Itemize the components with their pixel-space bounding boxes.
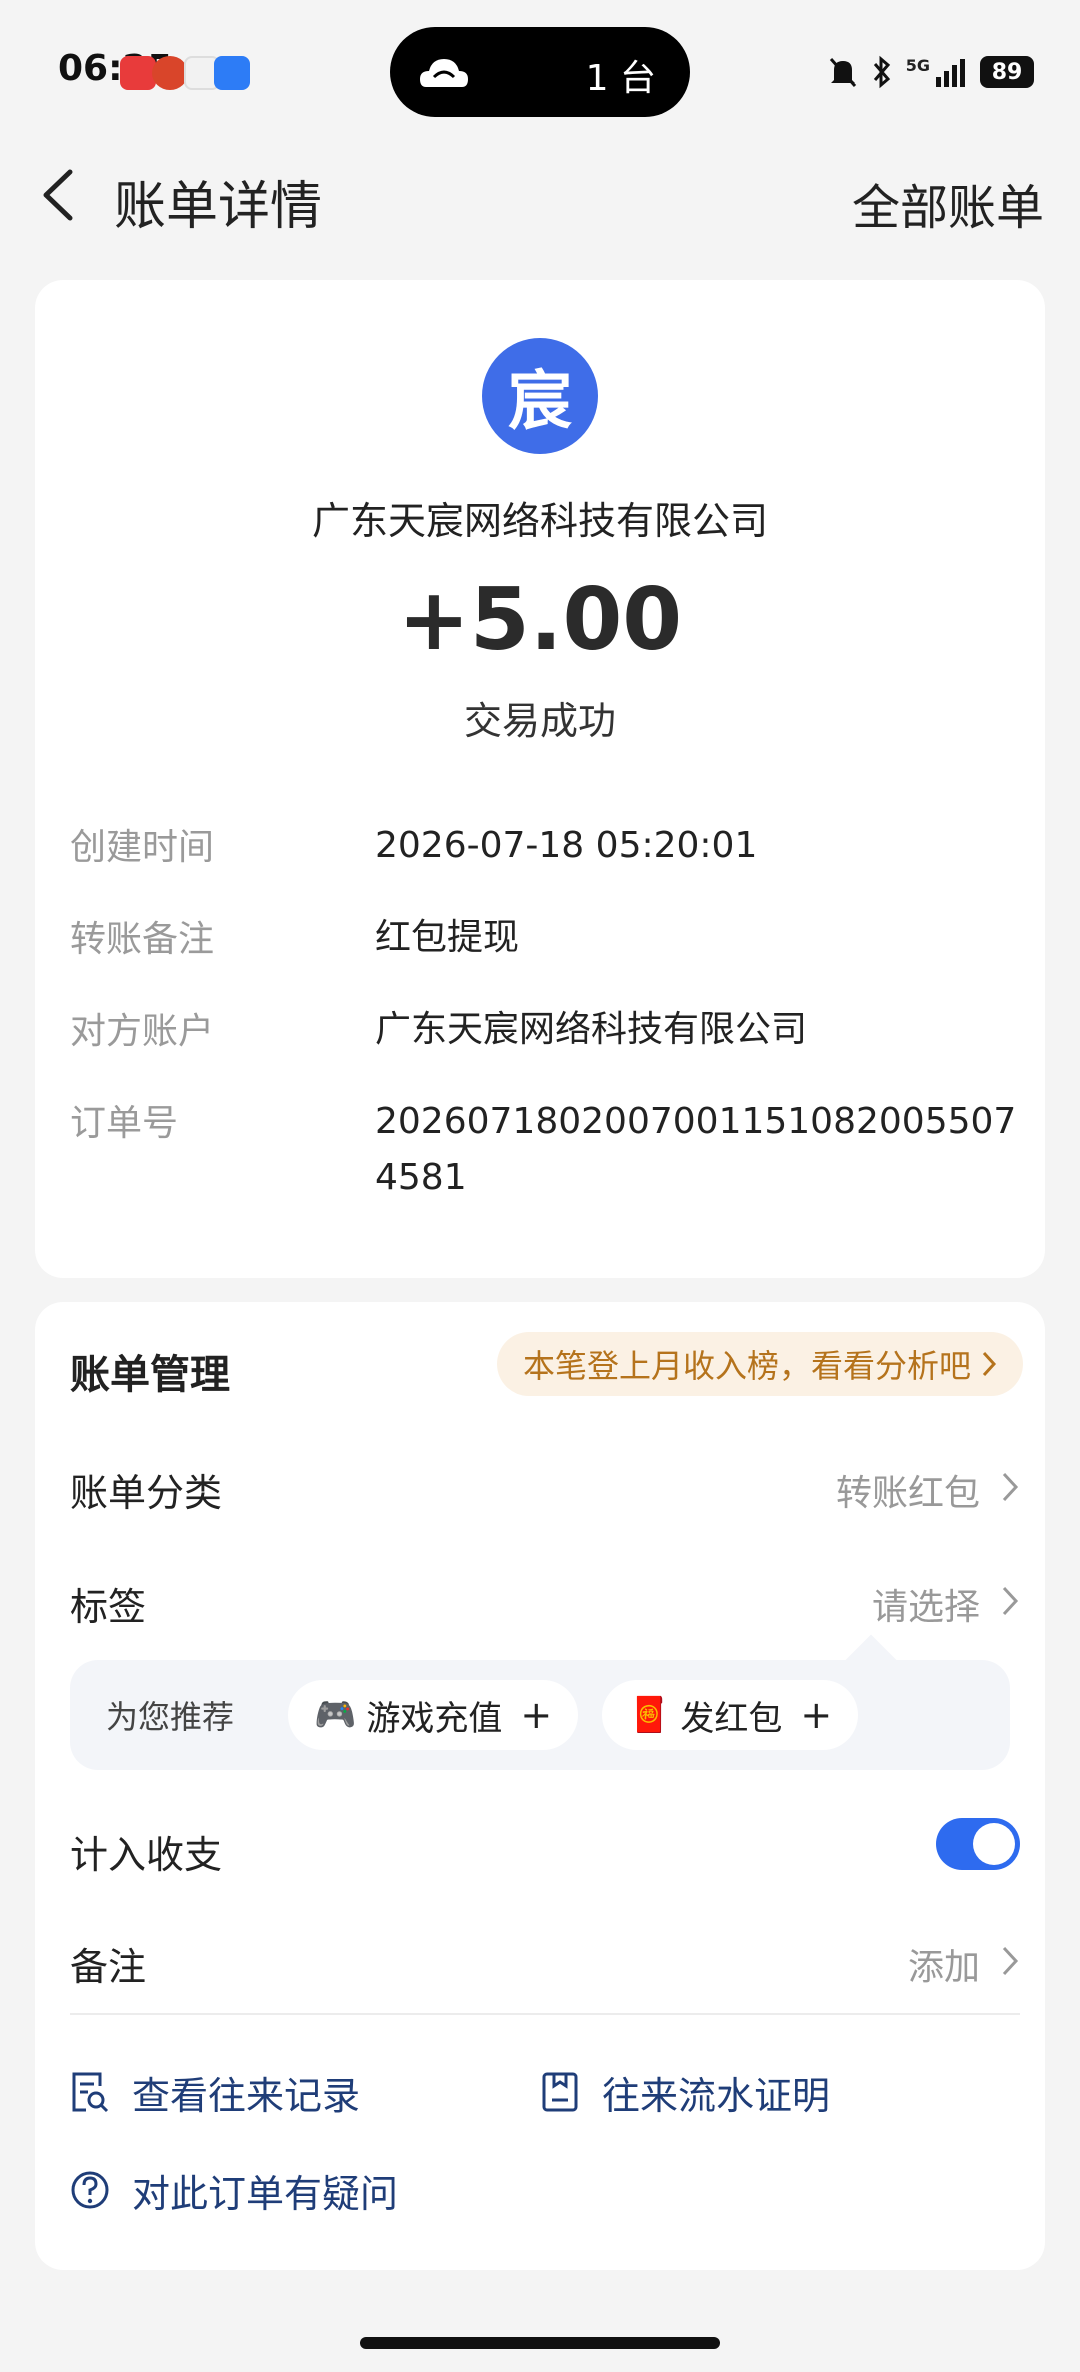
recommend-label: 为您推荐: [106, 1698, 235, 1736]
chevron-right-icon: [1002, 1472, 1019, 1502]
detail-value: 2026-07-18 05:20:01: [375, 825, 758, 866]
game-app-icon: [152, 56, 188, 90]
plus-icon: +: [520, 1693, 553, 1737]
payer-name: 广东天宸网络科技有限公司: [311, 499, 768, 543]
tag-row[interactable]: 标签 请选择: [70, 1566, 1020, 1636]
include-in-budget-toggle[interactable]: [936, 1818, 1020, 1870]
statement-proof-link[interactable]: 往来流水证明: [540, 2062, 830, 2122]
divider: [70, 2013, 1020, 2015]
income-rank-badge[interactable]: 本笔登上月收入榜，看看分析吧: [496, 1332, 1023, 1396]
order-number-value[interactable]: 20260718020070011510820055074581: [375, 1094, 1025, 1206]
chevron-right-icon: [1002, 1586, 1019, 1616]
view-history-link[interactable]: 查看往来记录: [70, 2062, 360, 2122]
include-in-budget-row: 计入收支: [70, 1814, 1020, 1884]
bill-category-row[interactable]: 账单分类 转账红包: [70, 1452, 1020, 1522]
detail-value: 广东天宸网络科技有限公司: [375, 1009, 808, 1050]
link-label: 往来流水证明: [602, 2073, 831, 2118]
detail-row-transfer-note: 转账备注 红包提现: [70, 910, 1020, 966]
row-value: 转账红包: [835, 1473, 980, 1514]
transaction-card: 宸 广东天宸网络科技有限公司 +5.00 交易成功 创建时间 2026-07-1…: [35, 280, 1045, 1278]
document-icon: [542, 2072, 578, 2112]
detail-row-counterparty: 对方账户 广东天宸网络科技有限公司: [70, 1002, 1020, 1058]
row-label: 账单分类: [70, 1471, 223, 1515]
recommend-tags: 为您推荐 🎮 游戏充值 + 🧧 发红包 +: [70, 1660, 1010, 1770]
rank-badge-text: 本笔登上月收入榜，看看分析吧: [522, 1347, 971, 1385]
row-value: 添加: [907, 1947, 980, 1988]
header: 账单详情 全部账单: [0, 140, 1080, 250]
link-label: 查看往来记录: [132, 2073, 361, 2118]
chevron-right-icon: [1002, 1946, 1019, 1976]
detail-label: 创建时间: [70, 827, 215, 868]
chip-send-red-packet[interactable]: 🧧 发红包 +: [602, 1680, 859, 1750]
cloud-icon: [420, 59, 468, 87]
link-label: 对此订单有疑问: [132, 2171, 399, 2216]
section-title: 账单管理: [70, 1352, 230, 1398]
game-controller-icon: 🎮: [314, 1695, 357, 1735]
signal-icon: [936, 59, 965, 87]
chip-label: 发红包: [680, 1698, 783, 1739]
toutiao-app-icon: [120, 56, 156, 90]
detail-row-created-time: 创建时间 2026-07-18 05:20:01: [70, 818, 1020, 874]
plus-icon: +: [800, 1693, 833, 1737]
status-indicators: 5G 89: [828, 52, 1034, 92]
bluetooth-icon: [873, 55, 890, 89]
order-question-link[interactable]: 对此订单有疑问: [70, 2160, 398, 2220]
bill-management-card: 账单管理 本笔登上月收入榜，看看分析吧 账单分类 转账红包 标签 请选择 为您推…: [35, 1302, 1045, 2270]
transaction-amount: +5.00: [397, 570, 683, 670]
cloud-app-icon: [214, 56, 250, 90]
detail-label: 订单号: [70, 1103, 179, 1144]
home-indicator[interactable]: [360, 2337, 720, 2349]
red-packet-icon: 🧧: [628, 1695, 671, 1735]
question-circle-icon: [71, 2171, 109, 2209]
battery-icon: 89: [980, 56, 1034, 88]
row-value: 请选择: [871, 1587, 980, 1628]
search-record-icon: [72, 2072, 109, 2113]
island-device-count: 1 台: [585, 58, 656, 99]
detail-value: 红包提现: [375, 917, 520, 958]
status-bar: 06:25 1 台 5G 89: [0, 0, 1080, 140]
dynamic-island[interactable]: 1 台: [390, 27, 690, 117]
chip-label: 游戏充值: [366, 1698, 503, 1739]
row-label: 标签: [70, 1585, 147, 1629]
chip-game-recharge[interactable]: 🎮 游戏充值 +: [288, 1680, 579, 1750]
note-row[interactable]: 备注 添加: [70, 1926, 1020, 1996]
detail-label: 转账备注: [70, 919, 215, 960]
transaction-status: 交易成功: [463, 699, 616, 743]
page-title: 账单详情: [114, 177, 323, 237]
network-type: 5G: [905, 55, 930, 75]
detail-label: 对方账户: [70, 1011, 215, 1052]
row-label: 备注: [70, 1945, 147, 1989]
row-label: 计入收支: [70, 1833, 223, 1877]
chevron-right-icon: [982, 1351, 997, 1377]
mute-bell-icon: [829, 58, 856, 87]
all-bills-link[interactable]: 全部账单: [852, 168, 1044, 238]
merchant-avatar: 宸: [482, 338, 598, 454]
back-arrow-icon[interactable]: [34, 162, 84, 228]
toggle-knob: [973, 1823, 1015, 1865]
detail-row-order-number: 订单号 20260718020070011510820055074581: [70, 1094, 1020, 1214]
